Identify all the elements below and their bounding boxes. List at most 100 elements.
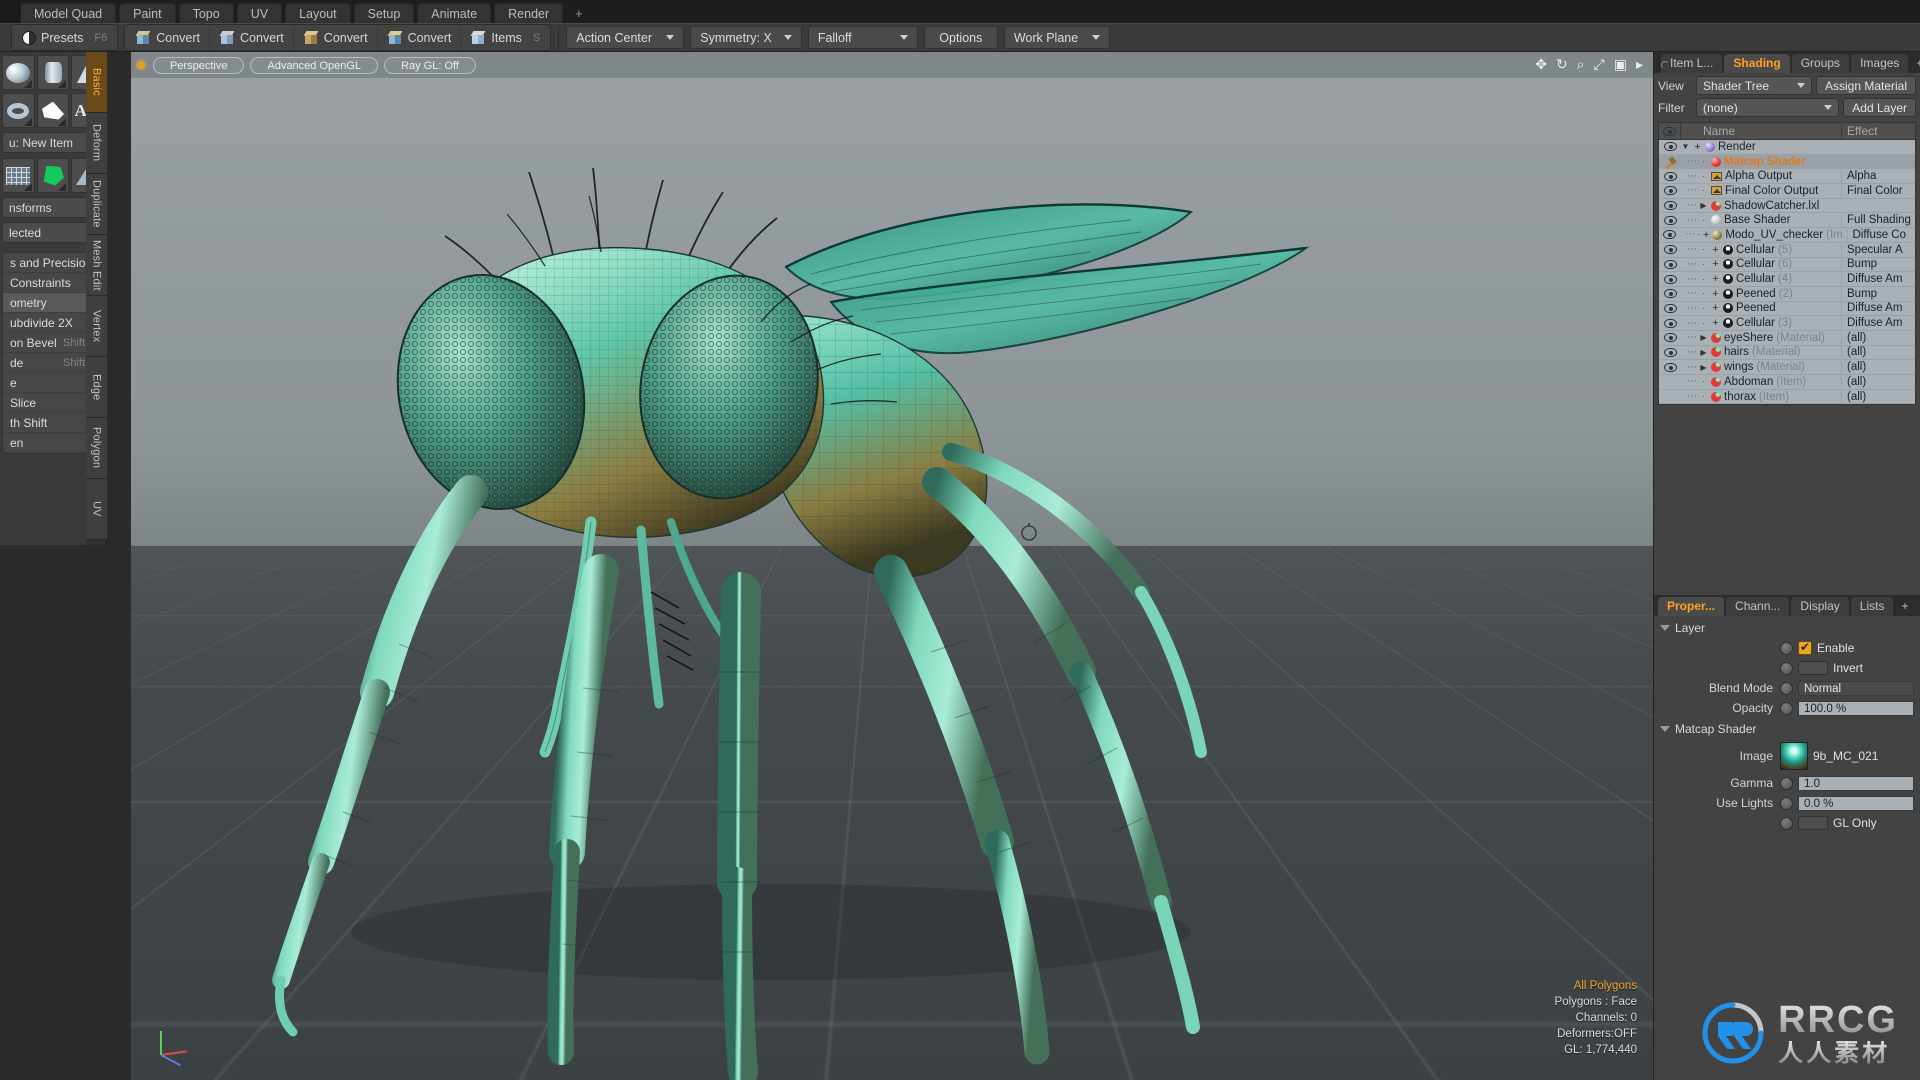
app-tab-layout[interactable]: Layout	[285, 3, 351, 23]
sphere-primitive-button[interactable]	[2, 55, 35, 90]
twirl-right-icon[interactable]: ▶	[1699, 201, 1708, 210]
use-lights-knob[interactable]	[1780, 797, 1793, 810]
convert-button-2[interactable]: Convert	[209, 26, 293, 49]
visibility-eye-icon[interactable]	[1659, 304, 1681, 313]
visibility-eye-icon[interactable]	[1659, 333, 1681, 342]
mosquito-3d-model[interactable]	[131, 52, 1653, 1080]
tab-shading[interactable]: Shading	[1724, 54, 1789, 73]
items-button[interactable]: Items S	[460, 26, 549, 49]
gl-only-checkbox[interactable]	[1798, 816, 1828, 830]
gl-only-knob[interactable]	[1780, 817, 1793, 830]
opacity-knob[interactable]	[1780, 702, 1793, 715]
use-lights-value[interactable]: 0.0 %	[1798, 796, 1914, 811]
shader-layer-effect[interactable]: Bump	[1841, 258, 1915, 270]
visibility-eye-icon[interactable]	[1659, 230, 1679, 239]
shader-layer-effect[interactable]: (all)	[1841, 332, 1915, 344]
viewport-raygl-button[interactable]: Ray GL: Off	[384, 57, 476, 74]
viewport-renderer-button[interactable]: Advanced OpenGL	[250, 57, 378, 74]
blend-mode-knob[interactable]	[1780, 682, 1793, 695]
gamma-knob[interactable]	[1780, 777, 1793, 790]
presets-button[interactable]: Presets F6	[13, 26, 116, 49]
shader-tree-row[interactable]: ⋯ · Alpha Output Alpha	[1659, 169, 1915, 184]
brush-icon[interactable]	[1659, 156, 1681, 168]
app-tab-paint[interactable]: Paint	[119, 3, 176, 23]
tab-channels[interactable]: Chann...	[1726, 597, 1789, 616]
shader-tree-row[interactable]: ⋯ · Matcap Shader	[1659, 155, 1915, 170]
expand-plus-icon[interactable]: +	[1711, 288, 1720, 300]
view-dropdown[interactable]: Shader Tree	[1696, 76, 1812, 95]
more-icon[interactable]: ▸	[1636, 57, 1643, 71]
shader-layer-effect[interactable]: Diffuse Am	[1841, 302, 1915, 314]
tab-lists[interactable]: Lists	[1851, 597, 1894, 616]
shader-tree-row[interactable]: ⋯ · Abdoman (Item) (all)	[1659, 375, 1915, 390]
app-tab-animate[interactable]: Animate	[417, 3, 491, 23]
shader-layer-effect[interactable]: (all)	[1841, 376, 1915, 388]
visibility-eye-icon[interactable]	[1659, 319, 1681, 328]
shader-layer-effect[interactable]: Diffuse Am	[1841, 317, 1915, 329]
vertical-tab-edge[interactable]: Edge	[86, 357, 107, 418]
vertical-tab-duplicate[interactable]: Duplicate	[86, 174, 107, 235]
expand-plus-icon[interactable]: +	[1711, 302, 1720, 314]
maximize-icon[interactable]: ▣	[1614, 57, 1627, 71]
shader-tree-row[interactable]: ⋯ · + Cellular (5) Specular A	[1659, 243, 1915, 258]
shader-tree-row[interactable]: ⋯ ▶ ShadowCatcher.lxl	[1659, 199, 1915, 214]
shader-tree-row[interactable]: ⋯·+ Modo_UV_checker(Im...Diffuse Co	[1659, 228, 1915, 243]
grid-primitive-button[interactable]	[2, 158, 35, 193]
cylinder-primitive-button[interactable]	[37, 55, 70, 90]
blend-mode-value[interactable]: Normal	[1798, 681, 1914, 696]
invert-checkbox[interactable]	[1798, 661, 1828, 675]
tab-properties[interactable]: Proper...	[1658, 597, 1724, 616]
fit-icon[interactable]: ⤢	[1594, 57, 1605, 71]
vertical-tab-vertex[interactable]: Vertex	[86, 296, 107, 357]
shader-tree-row[interactable]: ⋯ · thorax (Item) (all)	[1659, 390, 1915, 405]
shader-tree-row[interactable]: ⋯ · Final Color Output Final Color	[1659, 184, 1915, 199]
shader-tree-row[interactable]: ⋯ · Base Shader Full Shading	[1659, 213, 1915, 228]
app-tab-render[interactable]: Render	[494, 3, 563, 23]
shader-layer-effect[interactable]: (all)	[1841, 391, 1915, 403]
shader-layer-effect[interactable]: Alpha	[1841, 170, 1915, 182]
move-icon[interactable]: ✥	[1535, 57, 1547, 71]
symmetry-dropdown[interactable]: Symmetry: X	[690, 26, 802, 49]
shader-layer-effect[interactable]: Final Color	[1841, 185, 1915, 197]
expand-plus-icon[interactable]: +	[1711, 244, 1720, 256]
torus-primitive-button[interactable]	[2, 93, 35, 128]
vertical-tab-uv[interactable]: UV	[86, 479, 107, 540]
shader-layer-effect[interactable]: Bump	[1841, 288, 1915, 300]
shader-layer-effect[interactable]: (all)	[1841, 346, 1915, 358]
tab-item-list[interactable]: Item L...	[1661, 54, 1722, 73]
vertical-tab-deform[interactable]: Deform	[86, 113, 107, 174]
shader-tree-row[interactable]: ⋯ · + Cellular (4) Diffuse Am	[1659, 272, 1915, 287]
twirl-down-icon[interactable]: ▼	[1681, 142, 1690, 151]
visibility-eye-icon[interactable]	[1659, 245, 1681, 254]
tab-display[interactable]: Display	[1791, 597, 1848, 616]
tab-add-button[interactable]: +	[1910, 54, 1920, 73]
visibility-eye-icon[interactable]	[1659, 142, 1681, 151]
gamma-value[interactable]: 1.0	[1798, 776, 1914, 791]
convert-button-4[interactable]: Convert	[377, 26, 461, 49]
opacity-value[interactable]: 100.0 %	[1798, 701, 1914, 716]
app-tab-setup[interactable]: Setup	[354, 3, 415, 23]
app-tab-uv[interactable]: UV	[237, 3, 282, 23]
app-tab-topo[interactable]: Topo	[179, 3, 234, 23]
shader-tree-row[interactable]: ⋯ · + Cellular (3) Diffuse Am	[1659, 316, 1915, 331]
twirl-right-icon[interactable]: ▶	[1699, 363, 1708, 372]
shader-tree-row[interactable]: ⋯ ▶ hairs (Material) (all)	[1659, 346, 1915, 361]
shader-tree-row[interactable]: ▼ + Render	[1659, 140, 1915, 155]
expand-plus-icon[interactable]: +	[1711, 273, 1720, 285]
viewport-perspective-button[interactable]: Perspective	[153, 57, 244, 74]
shader-layer-effect[interactable]: Full Shading	[1841, 214, 1915, 226]
3d-viewport[interactable]: Perspective Advanced OpenGL Ray GL: Off …	[131, 52, 1653, 1080]
shader-tree-row[interactable]: ⋯ ▶ eyeShere (Material) (all)	[1659, 331, 1915, 346]
convert-button-3[interactable]: Convert	[293, 26, 377, 49]
layer-section-header[interactable]: Layer	[1654, 619, 1920, 637]
tab-add-button[interactable]: +	[1895, 597, 1914, 616]
vertical-tab-polygon[interactable]: Polygon	[86, 418, 107, 479]
gem-primitive-button[interactable]	[37, 158, 70, 193]
rotate-icon[interactable]: ↻	[1556, 57, 1568, 71]
shader-tree[interactable]: ▼ + Render ⋯ · Matcap Shader ⋯ · Alpha Output Alp…	[1658, 140, 1916, 405]
visibility-eye-icon[interactable]	[1659, 186, 1681, 195]
action-center-dropdown[interactable]: Action Center	[566, 26, 684, 49]
image-value[interactable]: 9b_MC_021	[1813, 749, 1878, 763]
assign-material-button[interactable]: Assign Material	[1816, 76, 1916, 95]
shader-tree-row[interactable]: ⋯ · + Peened Diffuse Am	[1659, 302, 1915, 317]
